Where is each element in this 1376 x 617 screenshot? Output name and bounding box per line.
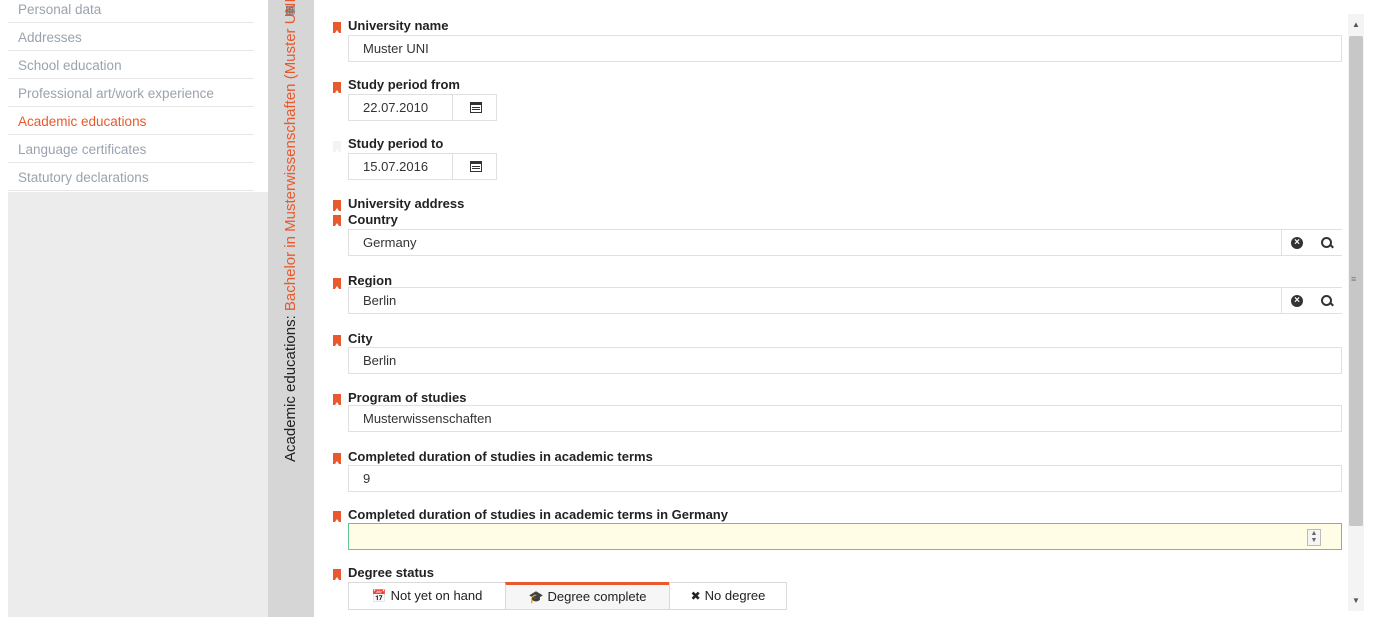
clear-icon[interactable]: ×: [1291, 236, 1303, 249]
degree-option-complete-label: Degree complete: [547, 589, 647, 604]
sidebar-item-school-education[interactable]: School education: [8, 52, 254, 79]
program-input[interactable]: Musterwissenschaften: [348, 405, 1342, 432]
required-flag-icon: [333, 453, 341, 464]
required-flag-icon: [333, 215, 341, 226]
scroll-grip-icon: ≡: [1351, 274, 1357, 284]
optional-flag-icon: [333, 141, 341, 152]
sidebar-item-statutory-declarations[interactable]: Statutory declarations: [8, 164, 254, 191]
terms-germany-label: Completed duration of studies in academi…: [348, 507, 728, 522]
required-flag-icon: [333, 22, 341, 33]
search-icon[interactable]: [1321, 294, 1333, 307]
study-from-calendar-button[interactable]: [452, 95, 498, 120]
required-flag-icon: [333, 569, 341, 580]
study-to-label: Study period to: [348, 136, 444, 151]
number-spinner-icon[interactable]: ▲ ▼: [1307, 529, 1321, 546]
required-flag-icon: [333, 200, 341, 211]
section-title: Academic educations: Bachelor in Musterw…: [280, 0, 302, 462]
section-title-highlight: Bachelor in Musterwissenschaften (Muster…: [282, 0, 299, 312]
section-title-prefix: Academic educations:: [282, 311, 299, 462]
terms-germany-input[interactable]: ▲ ▼: [348, 523, 1342, 550]
degree-option-complete[interactable]: 🎓 Degree complete: [505, 582, 670, 610]
required-flag-icon: [333, 335, 341, 346]
study-from-date-input[interactable]: 22.07.2010: [348, 94, 497, 121]
scroll-down-icon[interactable]: ▼: [1349, 594, 1363, 608]
sidebar-background: [8, 192, 268, 617]
degree-status-label: Degree status: [348, 565, 434, 580]
required-flag-icon: [333, 82, 341, 93]
study-to-date-input[interactable]: 15.07.2016: [348, 153, 497, 180]
country-input[interactable]: Germany: [348, 229, 1342, 256]
sidebar-item-personal-data[interactable]: Personal data: [8, 0, 254, 23]
region-actions: ×: [1281, 288, 1342, 313]
region-value: Berlin: [363, 293, 397, 308]
country-label: Country: [348, 212, 398, 227]
calendar-icon: [469, 102, 482, 113]
sidebar-item-academic-educations[interactable]: Academic educations: [8, 108, 254, 135]
country-actions: ×: [1281, 230, 1342, 255]
university-address-label: University address: [348, 196, 465, 211]
university-name-input[interactable]: Muster UNI: [348, 35, 1342, 62]
degree-option-not-yet[interactable]: 📅 Not yet on hand: [348, 582, 506, 610]
region-input[interactable]: Berlin: [348, 287, 1342, 314]
x-mark-icon: ✖: [690, 589, 701, 603]
sidebar-item-addresses[interactable]: Addresses: [8, 24, 254, 51]
terms-label: Completed duration of studies in academi…: [348, 449, 653, 464]
graduation-cap-icon: 🎓: [528, 590, 544, 604]
city-input[interactable]: Berlin: [348, 347, 1342, 374]
scroll-up-icon[interactable]: ▲: [1349, 18, 1363, 32]
degree-option-no-degree[interactable]: ✖ No degree: [669, 582, 787, 610]
search-icon[interactable]: [1321, 236, 1333, 249]
required-flag-icon: [333, 278, 341, 289]
sidebar-nav: Personal data Addresses School education…: [8, 0, 254, 192]
terms-input[interactable]: 9: [348, 465, 1342, 492]
calendar-icon: [469, 161, 482, 172]
degree-option-not-yet-label: Not yet on hand: [390, 588, 483, 603]
study-from-value: 22.07.2010: [363, 100, 429, 115]
required-flag-icon: [333, 511, 341, 522]
study-to-calendar-button[interactable]: [452, 154, 498, 179]
city-label: City: [348, 331, 373, 346]
country-value: Germany: [363, 235, 417, 250]
study-to-value: 15.07.2016: [363, 159, 429, 174]
required-flag-icon: [333, 394, 341, 405]
clear-icon[interactable]: ×: [1291, 294, 1303, 307]
degree-option-no-degree-label: No degree: [704, 588, 766, 603]
university-name-label: University name: [348, 18, 449, 33]
sidebar-item-language-certificates[interactable]: Language certificates: [8, 136, 254, 163]
program-label: Program of studies: [348, 390, 467, 405]
sidebar-item-professional-experience[interactable]: Professional art/work experience: [8, 80, 254, 107]
study-from-label: Study period from: [348, 77, 460, 92]
calendar-icon: 📅: [371, 589, 387, 603]
